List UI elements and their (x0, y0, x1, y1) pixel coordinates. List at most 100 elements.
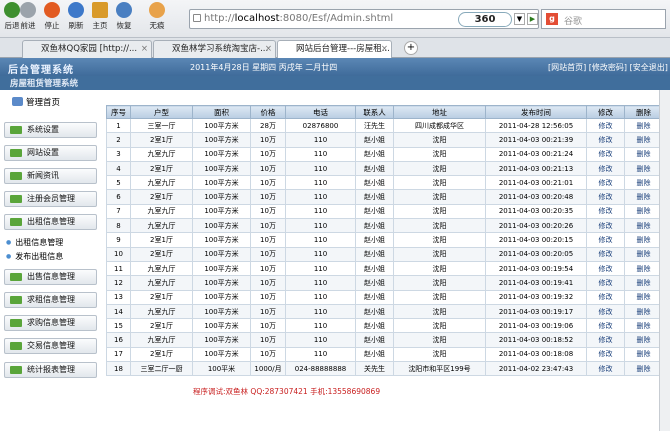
table-cell: 沈阳 (393, 146, 486, 162)
delete-link[interactable]: 删除 (624, 361, 663, 377)
table-cell: 九室九厅 (130, 218, 193, 234)
sidebar-item-want-buy[interactable]: 求购信息管理 (4, 315, 97, 331)
delete-link[interactable]: 删除 (624, 318, 663, 334)
edit-link[interactable]: 修改 (586, 275, 625, 291)
address-bar[interactable]: http://localhost:8080/Esf/Admin.shtml 36… (189, 9, 539, 29)
edit-link[interactable]: 修改 (586, 117, 625, 134)
tab-qq-home[interactable]: 双鱼林QQ家园 [http://... × (22, 40, 152, 58)
edit-link[interactable]: 修改 (586, 160, 625, 177)
delete-link[interactable]: 删除 (624, 189, 663, 205)
delete-link[interactable]: 删除 (624, 160, 663, 177)
table-cell: 110 (285, 146, 356, 162)
folder-icon (10, 366, 22, 374)
stop-button[interactable]: 停止 (40, 2, 64, 31)
sidebar-item-system-settings[interactable]: 系统设置 (4, 122, 97, 138)
delete-link[interactable]: 删除 (624, 346, 663, 363)
delete-link[interactable]: 删除 (624, 303, 663, 320)
delete-link[interactable]: 删除 (624, 203, 663, 220)
table-cell: 2011-04-03 00:20:15 (485, 232, 587, 248)
delete-link[interactable]: 删除 (624, 175, 663, 191)
table-cell: 沈阳 (393, 289, 486, 305)
delete-link[interactable]: 删除 (624, 275, 663, 291)
close-icon[interactable]: × (381, 41, 388, 57)
sidebar-item-members[interactable]: 注册会员管理 (4, 191, 97, 207)
edit-link[interactable]: 修改 (586, 289, 625, 305)
table-cell: 100平方米 (192, 160, 251, 177)
edit-link[interactable]: 修改 (586, 332, 625, 348)
header-links[interactable]: [网站首页] [修改密码] [安全退出] (548, 62, 668, 73)
delete-link[interactable]: 删除 (624, 232, 663, 248)
close-icon[interactable]: × (265, 41, 272, 57)
edit-link[interactable]: 修改 (586, 303, 625, 320)
table-cell: 赵小姐 (355, 303, 394, 320)
table-cell: 2室1厅 (130, 232, 193, 248)
edit-link[interactable]: 修改 (586, 189, 625, 205)
go-icon[interactable]: ▶ (527, 13, 538, 25)
edit-link[interactable]: 修改 (586, 203, 625, 220)
table-cell: 赵小姐 (355, 175, 394, 191)
table-cell: 赵小姐 (355, 318, 394, 334)
table-cell: 110 (285, 189, 356, 205)
table-cell: 10万 (250, 175, 286, 191)
sidebar-item-rent-out[interactable]: 出租信息管理 (4, 214, 97, 230)
delete-link[interactable]: 删除 (624, 132, 663, 148)
sidebar-item-reports[interactable]: 统计报表管理 (4, 362, 97, 378)
chevron-down-icon[interactable]: ▼ (514, 13, 525, 25)
edit-link[interactable]: 修改 (586, 175, 625, 191)
delete-link[interactable]: 删除 (624, 246, 663, 262)
delete-link[interactable]: 删除 (624, 332, 663, 348)
table-cell: 110 (285, 332, 356, 348)
delete-link[interactable]: 删除 (624, 146, 663, 162)
sidebar-link-rent-publish[interactable]: 发布出租信息 (6, 251, 63, 262)
delete-link[interactable]: 删除 (624, 260, 663, 277)
edit-link[interactable]: 修改 (586, 260, 625, 277)
sidebar-link-rent-manage[interactable]: 出租信息管理 (6, 237, 63, 248)
sidebar-item-news[interactable]: 新闻资讯 (4, 168, 97, 184)
new-tab-button[interactable]: + (404, 41, 418, 55)
delete-link[interactable]: 删除 (624, 218, 663, 234)
table-cell: 100平方米 (192, 246, 251, 262)
tab-taobao[interactable]: 双鱼林学习系统淘宝店-... × (153, 40, 276, 58)
table-cell: 沈阳 (393, 332, 486, 348)
app-header: 后台管理系统 2011年4月28日 星期四 丙戌年 二月廿四 [网站首页] [修… (0, 58, 670, 76)
tab-admin[interactable]: 网站后台管理---房屋租... × (277, 40, 392, 58)
forward-button[interactable]: 前进 (16, 2, 40, 31)
delete-link[interactable]: 删除 (624, 289, 663, 305)
scrollbar[interactable] (659, 90, 670, 431)
table-cell: 100平方米 (192, 289, 251, 305)
close-icon[interactable]: × (141, 41, 148, 57)
sidebar-item-trade[interactable]: 交易信息管理 (4, 338, 97, 354)
table-cell: 100平方米 (192, 189, 251, 205)
edit-link[interactable]: 修改 (586, 346, 625, 363)
edit-link[interactable]: 修改 (586, 232, 625, 248)
table-cell: 100平米 (192, 361, 251, 377)
search-box[interactable]: g 谷歌 (541, 9, 666, 29)
table-cell: 024-88888888 (285, 361, 356, 377)
sidebar-item-want-rent[interactable]: 求租信息管理 (4, 292, 97, 308)
table-cell: 2室1厅 (130, 346, 193, 363)
edit-link[interactable]: 修改 (586, 146, 625, 162)
folder-icon (10, 319, 22, 327)
table-cell: 2011-04-03 00:21:39 (485, 132, 587, 148)
delete-link[interactable]: 删除 (624, 117, 663, 134)
edit-link[interactable]: 修改 (586, 318, 625, 334)
subheader: 房屋租赁管理系统 (0, 76, 670, 90)
edit-link[interactable]: 修改 (586, 361, 625, 377)
table-cell: 九室九厅 (130, 275, 193, 291)
360-logo[interactable]: 360 (458, 12, 512, 27)
refresh-button[interactable]: 刷新 (64, 2, 88, 31)
sidebar-item-site-settings[interactable]: 网站设置 (4, 145, 97, 161)
table-cell: 九室九厅 (130, 303, 193, 320)
restore-button[interactable]: 恢复 (112, 2, 136, 31)
table-cell: 02876800 (285, 117, 356, 134)
table-cell: 4 (106, 160, 131, 177)
edit-link[interactable]: 修改 (586, 218, 625, 234)
search-input[interactable]: 谷歌 (564, 14, 582, 27)
sidebar-item-sale[interactable]: 出售信息管理 (4, 269, 97, 285)
table-cell: 赵小姐 (355, 132, 394, 148)
edit-link[interactable]: 修改 (586, 132, 625, 148)
incognito-button[interactable]: 无痕 (145, 2, 169, 31)
sidebar-home[interactable]: 管理首页 (12, 96, 60, 108)
home-button[interactable]: 主页 (88, 2, 112, 31)
edit-link[interactable]: 修改 (586, 246, 625, 262)
